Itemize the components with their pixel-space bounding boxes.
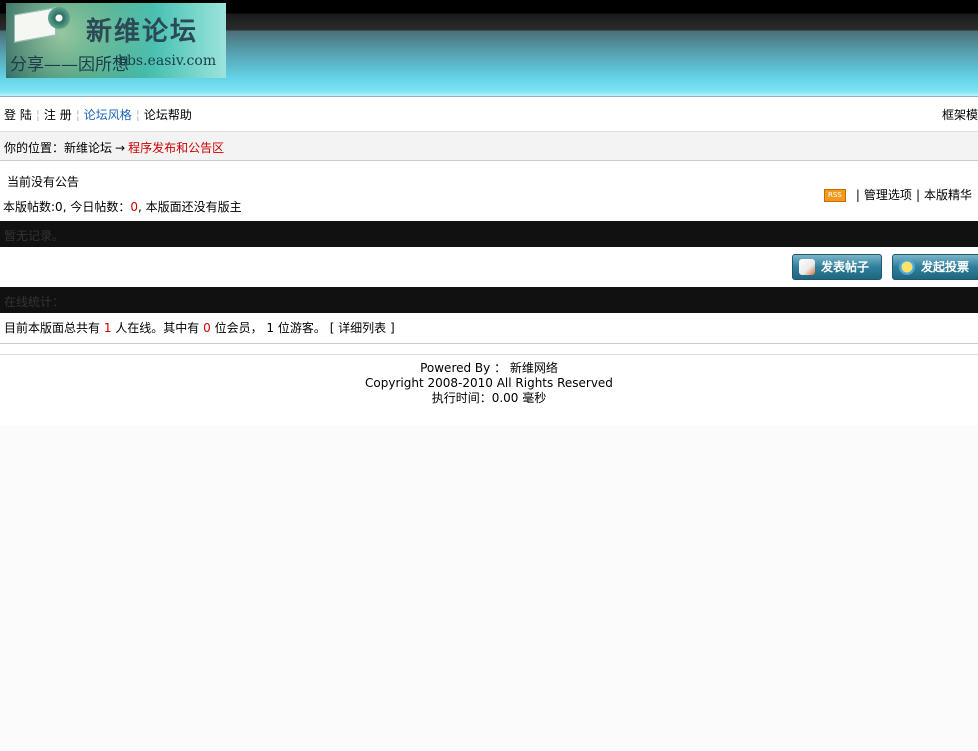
breadcrumb-prefix: 你的位置： bbox=[4, 141, 65, 155]
nav-help[interactable]: 论坛帮助 bbox=[144, 108, 192, 122]
film-reel-icon bbox=[48, 7, 70, 29]
footer-copyright: Copyright 2008-2010 All Rights Reserved bbox=[365, 376, 613, 390]
footer: Powered By ： 新维网络 Copyright 2008-2010 Al… bbox=[0, 355, 978, 425]
moderator-text: , 本版面还没有版主 bbox=[137, 200, 242, 214]
today-prefix: , 今日帖数： bbox=[62, 200, 131, 214]
poll-icon bbox=[899, 259, 915, 275]
action-buttons: 发表帖子 发起投票 bbox=[0, 247, 978, 287]
online-stats-bar: 在线统计： bbox=[0, 287, 978, 313]
top-nav: 登 陆 ¦ 注 册 ¦ 论坛风格 ¦ 论坛帮助 框架模 bbox=[0, 97, 978, 132]
online-stats-title: 在线统计： bbox=[4, 295, 65, 309]
digest-link[interactable]: 本版精华 bbox=[924, 188, 972, 202]
tool-separator: | bbox=[915, 188, 920, 202]
records-bar: 暂无记录。 bbox=[0, 221, 978, 247]
site-header: 新维论坛 分享——因所想 bbs.easiv.com bbox=[0, 0, 978, 97]
online-mid1: 人在线。其中有 bbox=[111, 321, 204, 335]
online-mid2: 位会员， bbox=[210, 321, 267, 335]
nav-login[interactable]: 登 陆 bbox=[4, 108, 32, 122]
board-stats: 本版帖数:0, 今日帖数：0, 本版面还没有版主 bbox=[3, 198, 242, 215]
site-logo[interactable]: 新维论坛 分享——因所想 bbs.easiv.com bbox=[6, 3, 226, 78]
stats-prefix: 本版帖数: bbox=[3, 200, 56, 214]
footer-powered: Powered By ： 新维网络 bbox=[420, 361, 558, 375]
nav-separator: ¦ bbox=[75, 108, 80, 122]
post-count: 0 bbox=[55, 200, 63, 214]
logo-title: 新维论坛 bbox=[86, 17, 199, 47]
breadcrumb-home[interactable]: 新维论坛 bbox=[64, 141, 112, 155]
nav-separator: ¦ bbox=[135, 108, 140, 122]
logo-url: bbs.easiv.com bbox=[118, 53, 217, 69]
new-poll-label: 发起投票 bbox=[921, 260, 970, 274]
online-suffix: 位游客。 bbox=[274, 321, 326, 335]
online-prefix: 目前本版面总共有 bbox=[4, 321, 104, 335]
announcement-notice: 当前没有公告 bbox=[7, 175, 80, 189]
online-info: 目前本版面总共有 1 人在线。其中有 0 位会员， 1 位游客。 [ 详细列表 … bbox=[0, 313, 978, 344]
nav-frame-mode[interactable]: 框架模 bbox=[942, 106, 978, 123]
pencil-icon bbox=[799, 259, 815, 275]
board-tools: RSS | 管理选项 | 本版精华 bbox=[823, 186, 972, 203]
nav-style[interactable]: 论坛风格 bbox=[84, 108, 132, 122]
tool-separator: | bbox=[855, 188, 860, 202]
new-post-label: 发表帖子 bbox=[821, 260, 870, 274]
online-members: 0 bbox=[203, 321, 211, 335]
records-text: 暂无记录。 bbox=[4, 229, 65, 243]
nav-links: 登 陆 ¦ 注 册 ¦ 论坛风格 ¦ 论坛帮助 bbox=[4, 106, 192, 123]
breadcrumb: 你的位置：新维论坛 → 程序发布和公告区 bbox=[0, 132, 978, 161]
online-guests: 1 bbox=[266, 321, 275, 335]
rss-icon[interactable]: RSS bbox=[823, 189, 846, 202]
breadcrumb-arrow: → bbox=[115, 141, 126, 155]
footer-exec-time: 执行时间：0.00 毫秒 bbox=[431, 391, 547, 405]
divider bbox=[0, 344, 978, 355]
new-post-button[interactable]: 发表帖子 bbox=[792, 254, 882, 280]
nav-register[interactable]: 注 册 bbox=[44, 108, 72, 122]
nav-separator: ¦ bbox=[35, 108, 40, 122]
breadcrumb-current[interactable]: 程序发布和公告区 bbox=[128, 141, 224, 155]
manage-options-link[interactable]: 管理选项 bbox=[864, 188, 912, 202]
announcement-area: 当前没有公告 本版帖数:0, 今日帖数：0, 本版面还没有版主 RSS | 管理选项… bbox=[0, 161, 978, 221]
new-poll-button[interactable]: 发起投票 bbox=[892, 254, 978, 280]
logo-slogan: 分享——因所想 bbox=[10, 55, 129, 75]
today-post-count: 0 bbox=[130, 200, 138, 214]
page: 新维论坛 分享——因所想 bbs.easiv.com 登 陆 ¦ 注 册 ¦ 论坛风格 ¦… bbox=[0, 0, 978, 425]
detail-list-link[interactable]: [ 详细列表 ] bbox=[330, 321, 395, 335]
